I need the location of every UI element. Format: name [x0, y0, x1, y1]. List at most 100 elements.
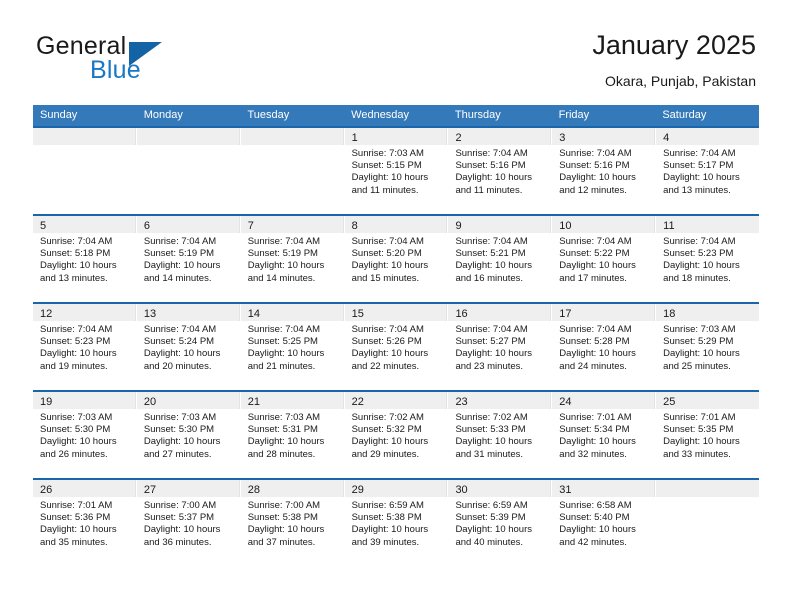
- day-number-band: 28: [240, 480, 344, 497]
- day-cell[interactable]: 27 Sunrise: 7:00 AM Sunset: 5:37 PM Dayl…: [136, 480, 241, 566]
- day-cell[interactable]: 21 Sunrise: 7:03 AM Sunset: 5:31 PM Dayl…: [240, 392, 345, 478]
- day-info: Sunrise: 7:01 AM Sunset: 5:34 PM Dayligh…: [552, 409, 655, 461]
- daylight-text-line2: and 18 minutes.: [663, 272, 731, 284]
- day-number-band: 9: [448, 216, 552, 233]
- day-cell[interactable]: 17 Sunrise: 7:04 AM Sunset: 5:28 PM Dayl…: [552, 304, 657, 390]
- day-cell[interactable]: 6 Sunrise: 7:04 AM Sunset: 5:19 PM Dayli…: [136, 216, 241, 302]
- day-info: Sunrise: 7:01 AM Sunset: 5:36 PM Dayligh…: [33, 497, 136, 549]
- day-info: Sunrise: 7:02 AM Sunset: 5:33 PM Dayligh…: [448, 409, 551, 461]
- day-number-band: 23: [448, 392, 552, 409]
- day-number: 8: [351, 220, 358, 232]
- day-info: Sunrise: 7:04 AM Sunset: 5:19 PM Dayligh…: [241, 233, 344, 285]
- location-subtitle: Okara, Punjab, Pakistan: [605, 73, 756, 89]
- day-cell[interactable]: [656, 480, 760, 566]
- page-header: General Blue January 2025 Okara, Punjab,…: [0, 0, 792, 100]
- day-cell[interactable]: 31 Sunrise: 6:58 AM Sunset: 5:40 PM Dayl…: [552, 480, 657, 566]
- day-number-band: 15: [344, 304, 448, 321]
- sunrise-text: Sunrise: 7:04 AM: [559, 148, 632, 159]
- day-info: Sunrise: 7:04 AM Sunset: 5:20 PM Dayligh…: [345, 233, 448, 285]
- day-cell[interactable]: 8 Sunrise: 7:04 AM Sunset: 5:20 PM Dayli…: [344, 216, 449, 302]
- day-cell[interactable]: 11 Sunrise: 7:04 AM Sunset: 5:23 PM Dayl…: [656, 216, 760, 302]
- day-cell[interactable]: 4 Sunrise: 7:04 AM Sunset: 5:17 PM Dayli…: [656, 128, 760, 214]
- daylight-text-line2: and 17 minutes.: [559, 272, 627, 284]
- day-number: 7: [247, 220, 254, 232]
- sunset-text: Sunset: 5:40 PM: [559, 512, 630, 524]
- daylight-text-line2: and 23 minutes.: [455, 360, 524, 372]
- daylight-text-line2: and 11 minutes.: [455, 184, 523, 196]
- daylight-text-line1: Daylight: 10 hours: [455, 436, 533, 448]
- day-cell[interactable]: 14 Sunrise: 7:04 AM Sunset: 5:25 PM Dayl…: [240, 304, 345, 390]
- sunset-text: Sunset: 5:32 PM: [351, 424, 422, 436]
- daylight-text-line1: Daylight: 10 hours: [351, 348, 429, 360]
- sunset-text: Sunset: 5:31 PM: [247, 424, 318, 436]
- day-cell[interactable]: 26 Sunrise: 7:01 AM Sunset: 5:36 PM Dayl…: [33, 480, 137, 566]
- day-info: Sunrise: 7:03 AM Sunset: 5:30 PM Dayligh…: [137, 409, 240, 461]
- day-info: Sunrise: 6:58 AM Sunset: 5:40 PM Dayligh…: [552, 497, 655, 549]
- day-info: Sunrise: 7:04 AM Sunset: 5:16 PM Dayligh…: [448, 145, 551, 197]
- daylight-text-line2: and 25 minutes.: [663, 360, 731, 372]
- general-blue-logo[interactable]: General Blue: [36, 32, 256, 88]
- sunrise-text: Sunrise: 7:04 AM: [559, 324, 632, 335]
- day-cell[interactable]: [240, 128, 345, 214]
- daylight-text-line1: Daylight: 10 hours: [663, 436, 740, 448]
- day-cell[interactable]: 1 Sunrise: 7:03 AM Sunset: 5:15 PM Dayli…: [344, 128, 449, 214]
- day-cell[interactable]: 20 Sunrise: 7:03 AM Sunset: 5:30 PM Dayl…: [136, 392, 241, 478]
- daylight-text-line2: and 32 minutes.: [559, 448, 627, 460]
- day-number: [656, 484, 663, 496]
- day-number: 12: [40, 308, 53, 320]
- day-number-band: [656, 480, 760, 497]
- daylight-text-line1: Daylight: 10 hours: [559, 436, 636, 448]
- day-cell[interactable]: 5 Sunrise: 7:04 AM Sunset: 5:18 PM Dayli…: [33, 216, 137, 302]
- weekday-header-wednesday: Wednesday: [351, 109, 410, 121]
- day-cell[interactable]: 18 Sunrise: 7:03 AM Sunset: 5:29 PM Dayl…: [656, 304, 760, 390]
- daylight-text-line2: and 26 minutes.: [40, 448, 108, 460]
- sunset-text: Sunset: 5:20 PM: [351, 248, 422, 260]
- day-cell[interactable]: 28 Sunrise: 7:00 AM Sunset: 5:38 PM Dayl…: [240, 480, 345, 566]
- daylight-text-line1: Daylight: 10 hours: [663, 260, 740, 272]
- weekday-header-monday: Monday: [143, 109, 183, 121]
- sunset-text: Sunset: 5:16 PM: [455, 160, 526, 172]
- daylight-text-line1: Daylight: 10 hours: [559, 348, 636, 360]
- sunset-text: Sunset: 5:24 PM: [143, 336, 215, 348]
- daylight-text-line2: and 22 minutes.: [351, 360, 420, 372]
- page-title: January 2025: [592, 30, 756, 60]
- sunrise-text: Sunrise: 7:04 AM: [143, 236, 217, 247]
- day-cell[interactable]: 10 Sunrise: 7:04 AM Sunset: 5:22 PM Dayl…: [552, 216, 657, 302]
- day-cell[interactable]: 16 Sunrise: 7:04 AM Sunset: 5:27 PM Dayl…: [448, 304, 553, 390]
- day-cell[interactable]: 25 Sunrise: 7:01 AM Sunset: 5:35 PM Dayl…: [656, 392, 760, 478]
- day-number-band: 6: [136, 216, 240, 233]
- day-number-band: 5: [33, 216, 136, 233]
- sunset-text: Sunset: 5:25 PM: [247, 336, 318, 348]
- day-info: Sunrise: 7:04 AM Sunset: 5:22 PM Dayligh…: [552, 233, 655, 285]
- day-cell[interactable]: [33, 128, 137, 214]
- day-cell[interactable]: [136, 128, 241, 214]
- daylight-text-line2: and 39 minutes.: [351, 536, 420, 548]
- day-cell[interactable]: 3 Sunrise: 7:04 AM Sunset: 5:16 PM Dayli…: [552, 128, 657, 214]
- day-number-band: 10: [552, 216, 656, 233]
- day-number: 11: [663, 220, 675, 232]
- day-cell[interactable]: 24 Sunrise: 7:01 AM Sunset: 5:34 PM Dayl…: [552, 392, 657, 478]
- day-cell[interactable]: 30 Sunrise: 6:59 AM Sunset: 5:39 PM Dayl…: [448, 480, 553, 566]
- day-cell[interactable]: 15 Sunrise: 7:04 AM Sunset: 5:26 PM Dayl…: [344, 304, 449, 390]
- day-cell[interactable]: 23 Sunrise: 7:02 AM Sunset: 5:33 PM Dayl…: [448, 392, 553, 478]
- day-cell[interactable]: 22 Sunrise: 7:02 AM Sunset: 5:32 PM Dayl…: [344, 392, 449, 478]
- day-cell[interactable]: 9 Sunrise: 7:04 AM Sunset: 5:21 PM Dayli…: [448, 216, 553, 302]
- day-number-band: 12: [33, 304, 136, 321]
- day-info: Sunrise: 7:04 AM Sunset: 5:27 PM Dayligh…: [448, 321, 551, 373]
- day-info: Sunrise: 7:03 AM Sunset: 5:31 PM Dayligh…: [241, 409, 344, 461]
- day-cell[interactable]: 12 Sunrise: 7:04 AM Sunset: 5:23 PM Dayl…: [33, 304, 137, 390]
- week-row: 1 Sunrise: 7:03 AM Sunset: 5:15 PM Dayli…: [33, 126, 760, 214]
- day-number-band: 26: [33, 480, 136, 497]
- day-cell[interactable]: 7 Sunrise: 7:04 AM Sunset: 5:19 PM Dayli…: [240, 216, 345, 302]
- day-number: 9: [455, 220, 462, 232]
- sunset-text: Sunset: 5:39 PM: [455, 512, 526, 524]
- day-cell[interactable]: 2 Sunrise: 7:04 AM Sunset: 5:16 PM Dayli…: [448, 128, 553, 214]
- sunset-text: Sunset: 5:18 PM: [40, 248, 111, 260]
- day-cell[interactable]: 13 Sunrise: 7:04 AM Sunset: 5:24 PM Dayl…: [136, 304, 241, 390]
- day-cell[interactable]: 19 Sunrise: 7:03 AM Sunset: 5:30 PM Dayl…: [33, 392, 137, 478]
- daylight-text-line2: and 20 minutes.: [143, 360, 212, 372]
- sunset-text: Sunset: 5:16 PM: [559, 160, 630, 172]
- sunrise-text: Sunrise: 7:03 AM: [663, 324, 736, 335]
- day-number-band: 17: [552, 304, 656, 321]
- day-cell[interactable]: 29 Sunrise: 6:59 AM Sunset: 5:38 PM Dayl…: [344, 480, 449, 566]
